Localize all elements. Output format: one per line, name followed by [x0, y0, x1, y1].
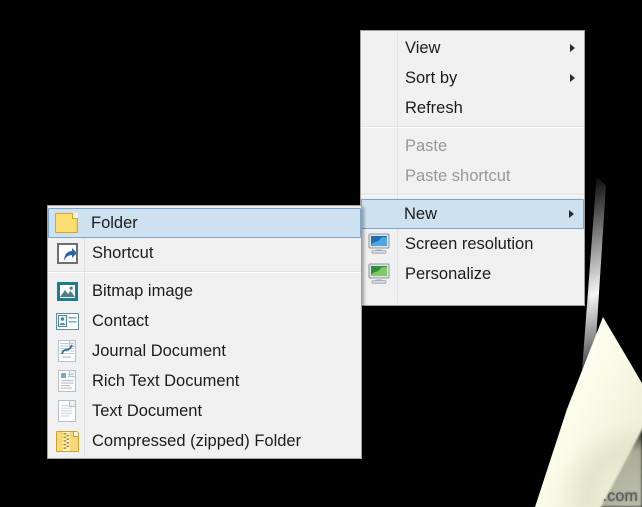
menu-item-label: Contact — [92, 311, 149, 330]
menu-item-label: View — [405, 38, 441, 57]
bitmap-image-icon — [56, 281, 78, 301]
menu-item-icon-slot — [363, 131, 397, 161]
menu-item-icon-slot — [363, 199, 396, 229]
new-submenu-item-list: Folder Shortcut Bitmap image Contact Journal… — [48, 208, 361, 456]
menu-item-label: Text Document — [92, 401, 203, 420]
menu-item-new[interactable]: New — [361, 199, 584, 229]
shortcut-icon-slot — [50, 238, 84, 268]
menu-item-label: Folder — [91, 213, 138, 232]
menu-item-refresh[interactable]: Refresh — [361, 93, 584, 123]
menu-item-label: Paste — [405, 136, 448, 155]
menu-separator — [48, 271, 361, 273]
folder-icon — [55, 213, 78, 233]
monitor-blue-icon — [367, 233, 393, 255]
rich-text-doc-icon-slot — [50, 366, 84, 396]
menu-separator — [361, 126, 584, 128]
menu-item-sort-by[interactable]: Sort by — [361, 63, 584, 93]
menu-item-personalize[interactable]: Personalize — [361, 259, 584, 289]
contact-icon-slot — [50, 306, 84, 336]
desktop-screen: .com View Sort by Refresh Paste Paste shortc… — [0, 0, 642, 507]
menu-item-screen-resolution[interactable]: Screen resolution — [361, 229, 584, 259]
text-doc-icon-slot — [50, 396, 84, 426]
menu-item-label: Compressed (zipped) Folder — [92, 431, 302, 450]
menu-item-label: Paste shortcut — [405, 166, 511, 185]
menu-item-rich-text-document[interactable]: Rich Text Document — [48, 366, 361, 396]
menu-item-compressed-zipped-folder[interactable]: Compressed (zipped) Folder — [48, 426, 361, 456]
monitor-blue-icon-slot — [363, 229, 397, 259]
menu-item-label: Screen resolution — [405, 234, 534, 253]
journal-doc-icon-slot — [50, 336, 84, 366]
menu-item-view[interactable]: View — [361, 33, 584, 63]
menu-item-contact[interactable]: Contact — [48, 306, 361, 336]
menu-item-icon-slot — [363, 63, 397, 93]
menu-item-label: Bitmap image — [92, 281, 193, 300]
menu-item-shortcut[interactable]: Shortcut — [48, 238, 361, 268]
menu-item-journal-document[interactable]: Journal Document — [48, 336, 361, 366]
menu-item-label: Rich Text Document — [92, 371, 240, 390]
menu-item-label: Journal Document — [92, 341, 226, 360]
monitor-green-icon-slot — [363, 259, 397, 289]
menu-item-text-document[interactable]: Text Document — [48, 396, 361, 426]
zipped-folder-icon-slot — [50, 426, 84, 456]
zipped-folder-icon — [55, 430, 79, 452]
menu-item-label: Shortcut — [92, 243, 154, 262]
menu-item-icon-slot — [363, 161, 397, 191]
menu-item-icon-slot — [363, 33, 397, 63]
shortcut-icon — [56, 242, 78, 264]
watermark-text: .com — [602, 488, 638, 505]
menu-item-icon-slot — [363, 93, 397, 123]
menu-item-paste: Paste — [361, 131, 584, 161]
desktop-context-menu[interactable]: View Sort by Refresh Paste Paste shortcut New… — [360, 30, 585, 306]
menu-item-bitmap-image[interactable]: Bitmap image — [48, 276, 361, 306]
context-menu-item-list: View Sort by Refresh Paste Paste shortcut New… — [361, 33, 584, 289]
wallpaper-shape-main — [522, 317, 642, 507]
monitor-green-icon — [367, 263, 393, 285]
chevron-right-icon — [560, 74, 584, 82]
journal-doc-icon — [58, 340, 76, 362]
menu-item-paste-shortcut: Paste shortcut — [361, 161, 584, 191]
wallpaper-shape-tail — [546, 411, 642, 507]
menu-item-label: New — [404, 204, 438, 223]
menu-item-label: Refresh — [405, 98, 463, 117]
bitmap-image-icon-slot — [50, 276, 84, 306]
menu-separator — [361, 194, 584, 196]
menu-item-folder[interactable]: Folder — [48, 208, 361, 238]
chevron-right-icon — [560, 44, 584, 52]
folder-icon-slot — [50, 208, 83, 238]
wallpaper-shape-streak — [581, 177, 606, 387]
menu-item-label: Personalize — [405, 264, 492, 283]
menu-item-label: Sort by — [405, 68, 458, 87]
text-doc-icon — [58, 400, 76, 422]
chevron-right-icon — [559, 210, 583, 218]
new-submenu[interactable]: Folder Shortcut Bitmap image Contact Journal… — [47, 205, 362, 459]
rich-text-doc-icon — [58, 370, 76, 392]
contact-icon — [55, 312, 79, 330]
